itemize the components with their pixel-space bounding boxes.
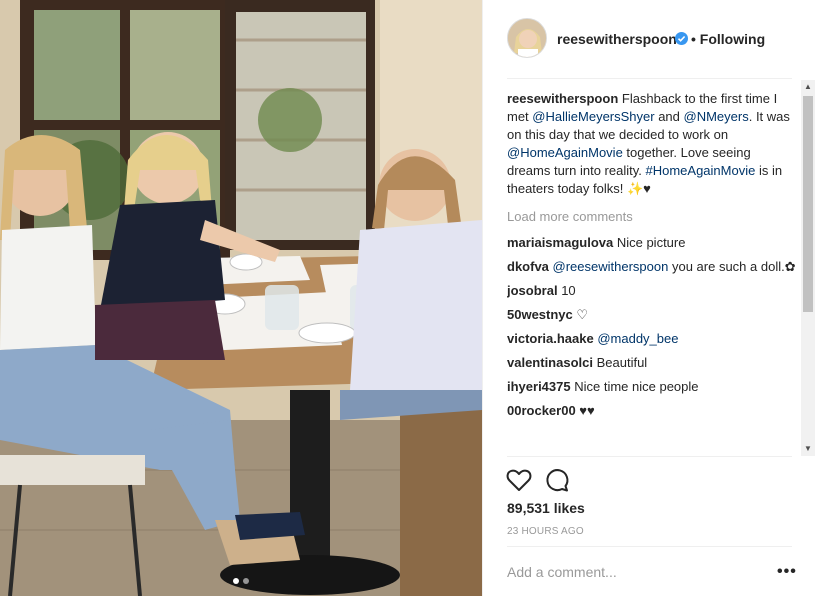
caption-mention[interactable]: @NMeyers <box>684 109 749 124</box>
caption-mention[interactable]: @HomeAgainMovie <box>507 145 623 160</box>
actions-divider <box>507 456 792 457</box>
post-username[interactable]: reesewitherspoon <box>557 31 677 47</box>
comment-mention[interactable]: @reesewitherspoon <box>553 259 669 274</box>
comment-item: ihyeri4375 Nice time nice people <box>507 378 797 396</box>
comment-mention[interactable]: @maddy_bee <box>597 331 678 346</box>
comment-item: victoria.haake @maddy_bee <box>507 330 797 348</box>
load-more-comments-button[interactable]: Load more comments <box>507 208 797 226</box>
comment-username[interactable]: ihyeri4375 <box>507 379 571 394</box>
comment-username[interactable]: mariaismagulova <box>507 235 613 250</box>
comment-item: 50westnyc ♡ <box>507 306 797 324</box>
verified-badge-icon <box>675 32 688 45</box>
scroll-up-arrow-icon[interactable]: ▲ <box>801 80 815 94</box>
carousel-dot-active <box>233 578 239 584</box>
comments-scrollbar[interactable]: ▲ ▼ <box>801 80 815 456</box>
comment-username[interactable]: victoria.haake <box>507 331 594 346</box>
post-caption: reesewitherspoon Flashback to the first … <box>507 90 797 198</box>
comment-text: you are such a doll.✿ <box>668 259 796 274</box>
comment-item: mariaismagulova Nice picture <box>507 234 797 252</box>
avatar-image <box>508 19 546 57</box>
comment-text: Nice picture <box>613 235 686 250</box>
comment-item: 00rocker00 ♥♥ <box>507 402 797 420</box>
carousel-dot <box>243 578 249 584</box>
comment-text: ♥♥ <box>575 403 595 418</box>
comment-text: ♡ <box>572 307 589 322</box>
follow-button[interactable]: • Following <box>691 31 765 47</box>
comment-item: valentinasolci Beautiful <box>507 354 797 372</box>
caption-username[interactable]: reesewitherspoon <box>507 91 618 106</box>
caption-hashtag[interactable]: #HomeAgainMovie <box>645 163 755 178</box>
add-comment-input[interactable]: Add a comment... <box>507 564 617 580</box>
like-count[interactable]: 89,531 likes <box>507 500 585 516</box>
comment-text: Beautiful <box>592 355 648 370</box>
post-side-panel: reesewitherspoon • Following reesewither… <box>482 0 816 596</box>
post-photo[interactable] <box>0 0 482 596</box>
post-timestamp[interactable]: 23 HOURS AGO <box>507 526 584 537</box>
comments-list[interactable]: reesewitherspoon Flashback to the first … <box>507 90 797 456</box>
comment-username[interactable]: valentinasolci <box>507 355 593 370</box>
follow-label: Following <box>699 31 766 47</box>
comment-text: 10 <box>557 283 576 298</box>
heart-icon[interactable] <box>505 466 533 494</box>
scrollbar-thumb[interactable] <box>803 96 813 312</box>
caption-mention[interactable]: @HallieMeyersShyer <box>532 109 654 124</box>
photo-illustration <box>0 0 482 596</box>
comment-text: Nice time nice people <box>570 379 699 394</box>
scroll-down-arrow-icon[interactable]: ▼ <box>801 442 815 456</box>
comment-item: dkofva @reesewitherspoon you are such a … <box>507 258 797 276</box>
carousel-indicator <box>0 578 482 584</box>
comment-bubble-icon[interactable] <box>543 466 571 494</box>
comment-item: josobral 10 <box>507 282 797 300</box>
add-comment-divider <box>507 546 792 547</box>
post-header: reesewitherspoon • Following <box>483 0 816 78</box>
comment-username[interactable]: josobral <box>507 283 558 298</box>
caption-text: and <box>654 109 684 124</box>
comment-username[interactable]: dkofva <box>507 259 549 274</box>
separator-dot: • <box>691 31 696 47</box>
comment-username[interactable]: 50westnyc <box>507 307 573 322</box>
more-options-icon[interactable]: ••• <box>777 563 796 581</box>
avatar[interactable] <box>507 18 547 58</box>
comment-username[interactable]: 00rocker00 <box>507 403 576 418</box>
header-divider <box>507 78 792 79</box>
